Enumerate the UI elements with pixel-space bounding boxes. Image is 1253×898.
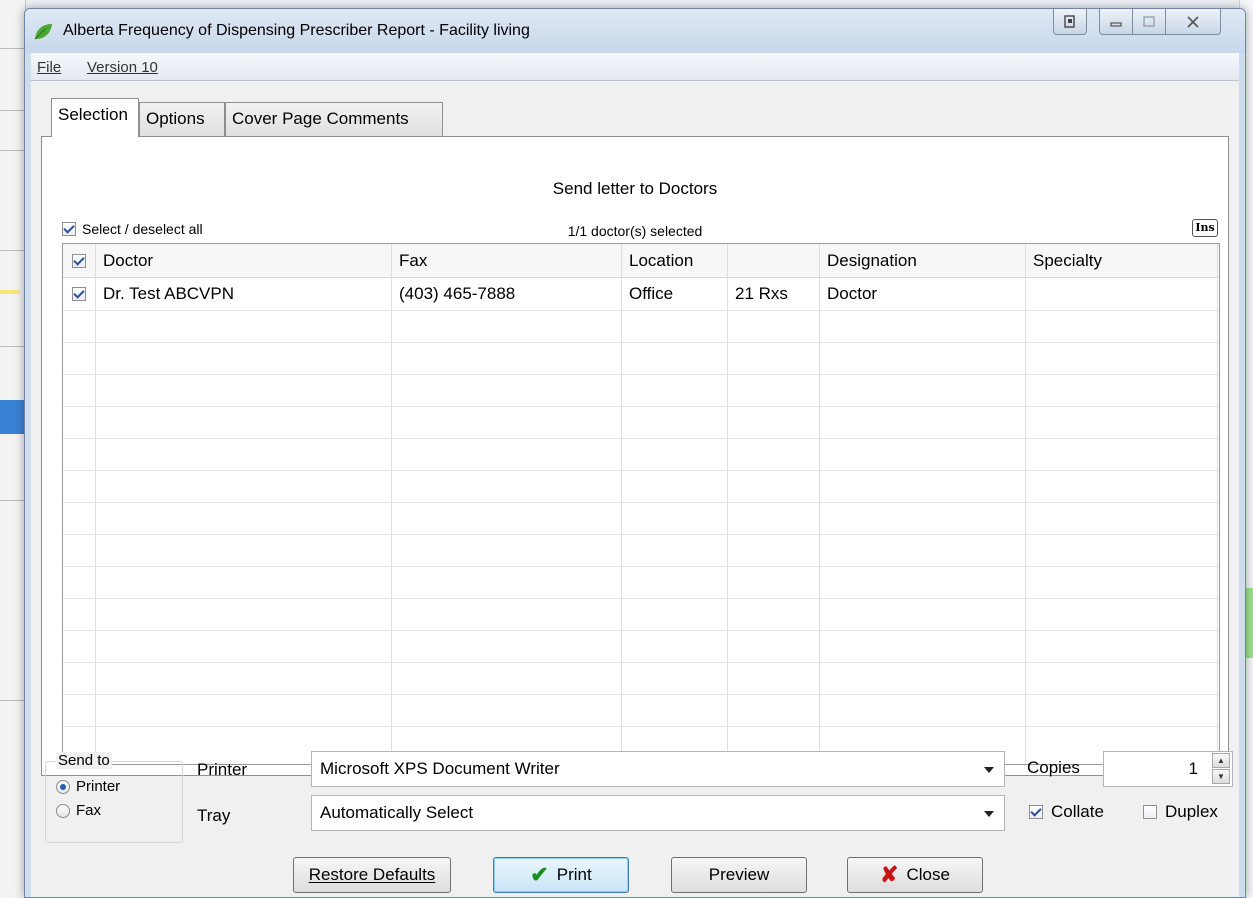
send-to-printer-radio[interactable]: Printer — [56, 778, 120, 795]
close-button[interactable]: ✘ Close — [847, 857, 983, 893]
print-button[interactable]: ✔ Print — [493, 857, 629, 893]
send-to-label: Send to — [56, 752, 112, 769]
doctor-fax: (403) 465-7888 — [399, 284, 516, 303]
button-label: Close — [906, 865, 950, 884]
column-header-rxs[interactable] — [727, 245, 819, 277]
title-bar[interactable]: Alberta Frequency of Dispensing Prescrib… — [25, 9, 1245, 53]
column-header-location[interactable]: Location — [621, 245, 727, 277]
duplex-checkbox[interactable]: Duplex — [1143, 802, 1218, 822]
background-highlight — [0, 290, 20, 294]
doctor-rx-count: 21 Rxs — [735, 284, 788, 303]
tab-label: Cover Page Comments — [232, 109, 409, 128]
radio-button[interactable] — [56, 779, 70, 794]
printer-value: Microsoft XPS Document Writer — [320, 759, 560, 778]
restore-defaults-button[interactable]: Restore Defaults — [293, 857, 451, 893]
column-header-designation[interactable]: Designation — [819, 245, 1025, 277]
row-checkbox[interactable] — [72, 287, 86, 301]
printer-select[interactable]: Microsoft XPS Document Writer — [311, 751, 1005, 787]
button-label: Restore Defaults — [308, 865, 436, 884]
minimize-icon[interactable] — [1099, 9, 1133, 35]
duplex-label: Duplex — [1165, 802, 1218, 821]
tab-selection[interactable]: Selection — [51, 98, 139, 137]
row-check-cell[interactable] — [63, 278, 95, 310]
selection-panel: Send letter to Doctors Select / deselect… — [41, 136, 1229, 776]
tray-select[interactable]: Automatically Select — [311, 795, 1005, 831]
copies-stepper[interactable]: 1 ▲ ▼ — [1103, 751, 1233, 787]
window-close-icon[interactable] — [1165, 9, 1221, 35]
dialog-client-area: Selection Options Cover Page Comments Se… — [31, 81, 1239, 897]
tab-options[interactable]: Options — [139, 102, 225, 136]
duplex-check[interactable] — [1143, 805, 1157, 819]
menu-version[interactable]: Version 10 — [87, 59, 158, 76]
chevron-down-icon[interactable] — [984, 767, 994, 773]
spin-up-icon[interactable]: ▲ — [1212, 753, 1230, 768]
header-checkbox[interactable] — [72, 254, 86, 268]
column-header-specialty[interactable]: Specialty — [1025, 245, 1217, 277]
background-status-bar — [1245, 588, 1253, 658]
button-label: Preview — [708, 865, 770, 884]
preview-button[interactable]: Preview — [671, 857, 807, 893]
doctor-location: Office — [629, 284, 674, 303]
tray-label: Tray — [197, 806, 231, 825]
insert-key-icon[interactable]: Ins — [1192, 219, 1218, 237]
close-x-icon: ✘ — [880, 862, 899, 887]
selected-count: 1/1 doctor(s) selected — [567, 223, 703, 239]
column-header-doctor[interactable]: Doctor — [95, 245, 391, 277]
restore-icon[interactable] — [1053, 9, 1087, 35]
tab-label: Selection — [58, 105, 128, 124]
window-title: Alberta Frequency of Dispensing Prescrib… — [63, 22, 530, 39]
doctor-designation: Doctor — [827, 284, 878, 303]
menu-file[interactable]: File — [37, 59, 61, 76]
panel-heading: Send letter to Doctors — [552, 179, 718, 198]
checkmark-icon: ✔ — [530, 862, 549, 887]
doctor-name: Dr. Test ABCVPN — [103, 284, 235, 303]
radio-button[interactable] — [56, 803, 70, 818]
background-left-panel — [0, 0, 26, 898]
collate-check[interactable] — [1029, 805, 1043, 819]
tray-value: Automatically Select — [320, 803, 474, 822]
radio-label: Fax — [76, 802, 102, 819]
report-dialog: Alberta Frequency of Dispensing Prescrib… — [24, 8, 1246, 898]
send-to-fax-radio[interactable]: Fax — [56, 802, 101, 819]
collate-checkbox[interactable]: Collate — [1029, 802, 1104, 822]
header-check-all[interactable] — [63, 245, 95, 277]
doctor-specialty — [1025, 278, 1217, 310]
leaf-icon — [34, 24, 52, 40]
background-selected-row — [0, 400, 26, 434]
copies-label: Copies — [1027, 758, 1080, 777]
spin-down-icon[interactable]: ▼ — [1212, 769, 1230, 784]
printer-label: Printer — [197, 760, 248, 779]
button-label: Print — [556, 865, 592, 884]
radio-label: Printer — [76, 778, 121, 795]
menu-bar: File Version 10 — [31, 53, 1239, 81]
tab-cover-page-comments[interactable]: Cover Page Comments — [225, 102, 443, 136]
tab-label: Options — [146, 109, 205, 128]
column-header-fax[interactable]: Fax — [391, 245, 621, 277]
send-to-group: Send to Printer Fax — [45, 752, 183, 843]
copies-value[interactable]: 1 — [1189, 759, 1198, 778]
doctors-grid[interactable]: Doctor Fax Location Designation Specialt… — [62, 243, 1220, 765]
maximize-icon[interactable] — [1132, 9, 1166, 35]
chevron-down-icon[interactable] — [984, 811, 994, 817]
collate-label: Collate — [1051, 802, 1104, 821]
